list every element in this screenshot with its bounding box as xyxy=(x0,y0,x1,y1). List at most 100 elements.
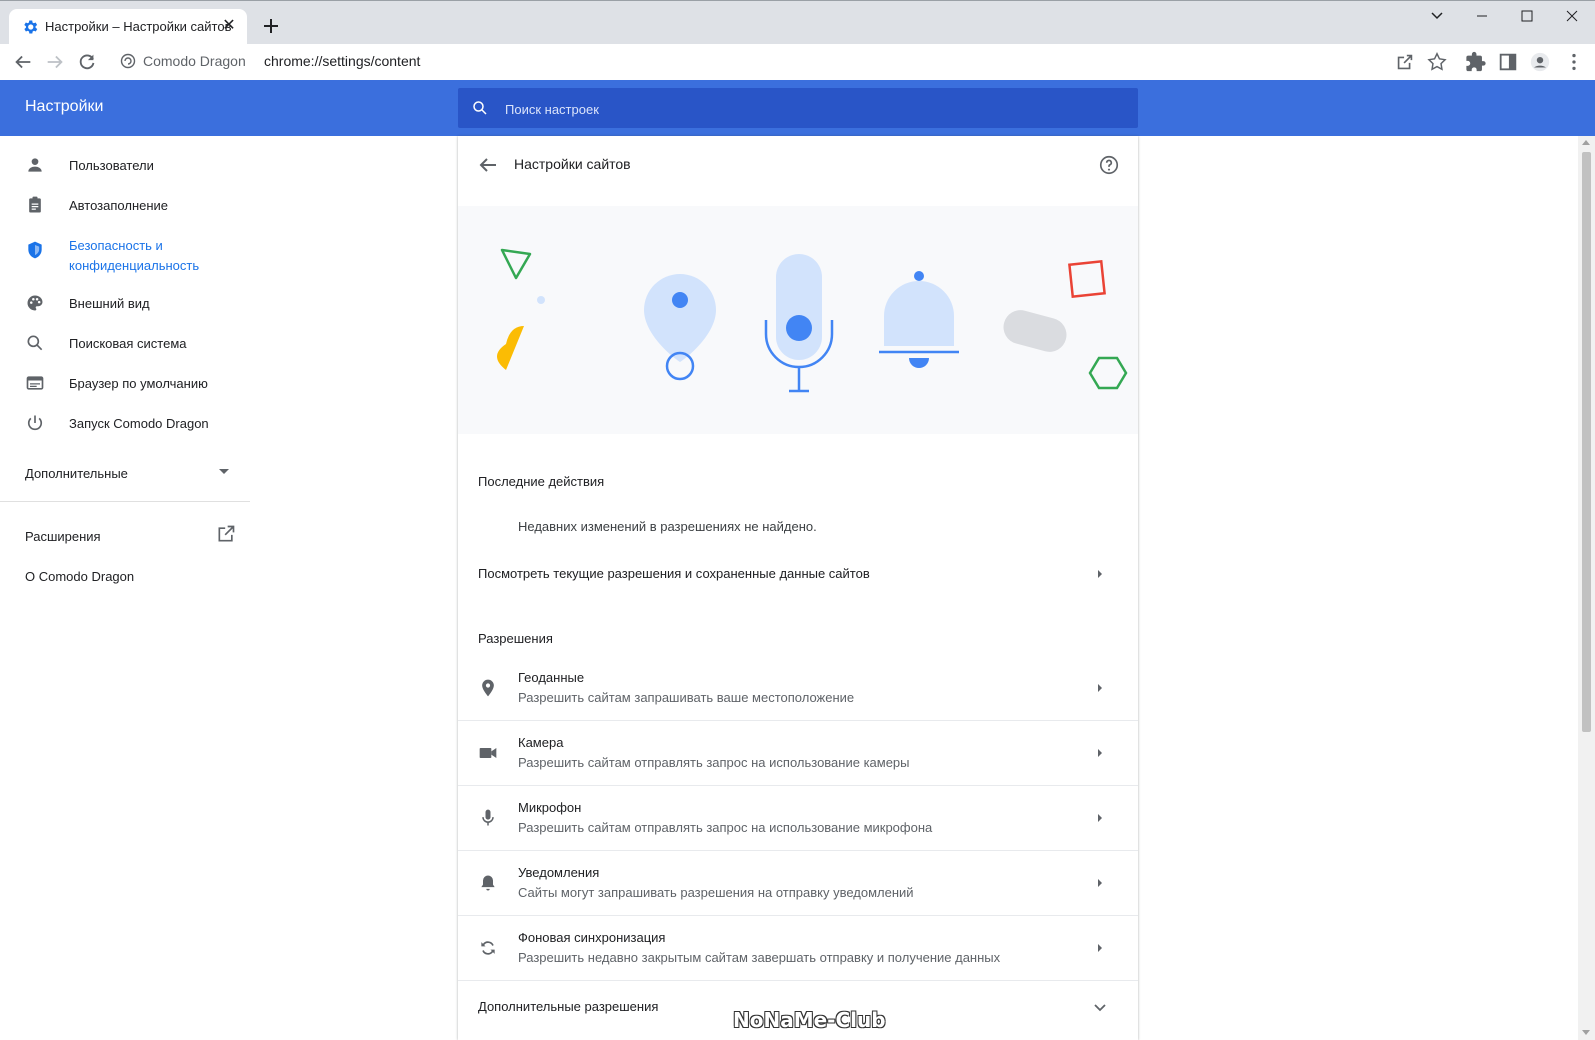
bookmark-star-icon[interactable] xyxy=(1426,51,1448,73)
sidebar-divider xyxy=(0,501,250,502)
search-icon xyxy=(473,101,487,115)
sidebar-item-label: Автозаполнение xyxy=(69,198,169,213)
sidebar-item-autofill[interactable]: Автозаполнение xyxy=(0,184,250,224)
sidebar-item-label: Безопасность и xyxy=(69,238,163,253)
minimize-icon xyxy=(1477,15,1487,17)
permission-subtitle: Разрешить сайтам отправлять запрос на ис… xyxy=(518,820,933,835)
site-settings-card: Настройки сайтов Последние действия Неда… xyxy=(458,136,1138,1040)
close-tab-icon[interactable]: ✕ xyxy=(219,16,239,36)
permissions-illustration xyxy=(497,248,1128,393)
sidebar-item-appearance[interactable]: Внешний вид xyxy=(0,282,250,322)
sidebar-item-users[interactable]: Пользователи xyxy=(0,144,250,184)
search-icon xyxy=(27,335,43,351)
sidebar-item-default-browser[interactable]: Браузер по умолчанию xyxy=(0,362,250,402)
permission-title: Фоновая синхронизация xyxy=(518,930,666,945)
sidebar: Пользователи Автозаполнение Безопасность… xyxy=(0,136,250,1040)
scroll-up-arrow[interactable] xyxy=(1582,140,1590,145)
chevron-down-icon xyxy=(1431,12,1443,20)
browser-toolbar: Comodo Dragon chrome://settings/content xyxy=(0,44,1595,80)
sync-icon xyxy=(481,941,495,955)
permission-notifications-row[interactable]: Уведомления Сайты могут запрашивать разр… xyxy=(458,851,1138,916)
sidebar-item-label: Запуск Comodo Dragon xyxy=(69,416,209,431)
minimize-button[interactable] xyxy=(1461,1,1507,31)
permission-background-sync-row[interactable]: Фоновая синхронизация Разрешить недавно … xyxy=(458,916,1138,981)
maximize-button[interactable] xyxy=(1506,1,1552,31)
scrollbar-thumb[interactable] xyxy=(1582,152,1591,732)
sidebar-extensions-link[interactable]: Расширения xyxy=(25,529,101,544)
sidebar-item-startup[interactable]: Запуск Comodo Dragon xyxy=(0,402,250,442)
reload-icon[interactable] xyxy=(76,51,98,73)
sidebar-item-search-engine[interactable]: Поисковая система xyxy=(0,322,250,362)
page-title: Настройки xyxy=(25,98,104,115)
chevron-right-icon xyxy=(1098,570,1102,578)
location-pin-icon xyxy=(482,679,494,697)
recent-activity-heading: Последние действия xyxy=(478,474,605,489)
sidebar-advanced-toggle[interactable]: Дополнительные xyxy=(0,452,250,492)
comodo-dragon-icon xyxy=(120,53,136,69)
chevron-right-icon xyxy=(1098,814,1102,822)
power-icon xyxy=(27,415,43,431)
recent-empty-message: Недавних изменений в разрешениях не найд… xyxy=(518,519,817,534)
permission-title: Камера xyxy=(518,735,564,750)
caret-down-icon xyxy=(219,469,229,474)
sidebar-advanced-label: Дополнительные xyxy=(25,466,128,481)
title-bar: Настройки – Настройки сайтов ✕ xyxy=(0,0,1595,45)
back-arrow-icon[interactable] xyxy=(12,51,34,73)
microphone-icon xyxy=(482,809,494,826)
browser-tab[interactable]: Настройки – Настройки сайтов ✕ xyxy=(9,9,247,45)
new-tab-icon[interactable] xyxy=(259,14,283,38)
settings-header: Настройки xyxy=(0,80,1595,136)
sidebar-item-privacy[interactable]: Безопасность и конфиденциальность xyxy=(0,224,250,280)
permission-title: Геоданные xyxy=(518,670,585,685)
browser-window-icon xyxy=(26,376,44,390)
permission-location-row[interactable]: Геоданные Разрешить сайтам запрашивать в… xyxy=(458,656,1138,721)
sidebar-item-label: Пользователи xyxy=(69,158,154,173)
tab-title: Настройки – Настройки сайтов xyxy=(45,19,232,34)
card-title: Настройки сайтов xyxy=(514,156,631,172)
sidebar-item-label: Внешний вид xyxy=(69,296,150,311)
more-menu-icon[interactable] xyxy=(1563,51,1585,73)
close-window-button[interactable] xyxy=(1551,1,1595,31)
extensions-puzzle-icon[interactable] xyxy=(1465,51,1487,73)
sidebar-item-label: Браузер по умолчанию xyxy=(69,376,208,391)
address-bar[interactable]: chrome://settings/content xyxy=(264,53,420,69)
chevron-down-icon xyxy=(1094,1004,1106,1012)
profile-avatar-icon[interactable] xyxy=(1529,51,1551,73)
person-icon xyxy=(28,158,42,172)
settings-search[interactable] xyxy=(458,88,1138,130)
open-external-icon[interactable] xyxy=(216,524,236,544)
chevron-right-icon xyxy=(1098,879,1102,887)
chevron-right-icon xyxy=(1098,684,1102,692)
help-icon[interactable] xyxy=(1098,154,1120,176)
more-permissions-label: Дополнительные разрешения xyxy=(478,999,659,1014)
sidebar-item-label: Поисковая система xyxy=(69,336,187,351)
site-brand-label: Comodo Dragon xyxy=(143,53,246,69)
permissions-heading: Разрешения xyxy=(478,631,553,646)
back-arrow-icon[interactable] xyxy=(476,153,500,177)
permission-subtitle: Разрешить недавно закрытым сайтам заверш… xyxy=(518,950,1001,965)
permission-title: Микрофон xyxy=(518,800,582,815)
side-panel-icon[interactable] xyxy=(1497,51,1519,73)
maximize-icon xyxy=(1521,10,1533,22)
view-permissions-label: Посмотреть текущие разрешения и сохранен… xyxy=(478,566,870,581)
gear-icon xyxy=(24,20,38,34)
page-scrollbar[interactable] xyxy=(1578,136,1595,1040)
shield-icon xyxy=(28,241,42,259)
permission-subtitle: Разрешить сайтам отправлять запрос на ис… xyxy=(518,755,910,770)
chevron-right-icon xyxy=(1098,749,1102,757)
scroll-down-arrow[interactable] xyxy=(1582,1030,1590,1035)
search-input[interactable] xyxy=(503,88,1107,130)
clipboard-icon xyxy=(29,196,41,213)
share-icon[interactable] xyxy=(1394,51,1416,73)
camera-icon xyxy=(479,748,497,758)
forward-arrow-icon[interactable] xyxy=(44,51,66,73)
tab-search-button[interactable] xyxy=(1415,1,1461,31)
bell-icon xyxy=(481,875,495,891)
sidebar-item-label-line2: конфиденциальность xyxy=(69,258,200,273)
sidebar-about-link[interactable]: О Comodo Dragon xyxy=(25,569,134,584)
site-settings-illustration xyxy=(458,206,1138,434)
view-permissions-row[interactable]: Посмотреть текущие разрешения и сохранен… xyxy=(458,554,1138,594)
permission-camera-row[interactable]: Камера Разрешить сайтам отправлять запро… xyxy=(458,721,1138,786)
permission-subtitle: Разрешить сайтам запрашивать ваше местоп… xyxy=(518,690,855,705)
permission-microphone-row[interactable]: Микрофон Разрешить сайтам отправлять зап… xyxy=(458,786,1138,851)
